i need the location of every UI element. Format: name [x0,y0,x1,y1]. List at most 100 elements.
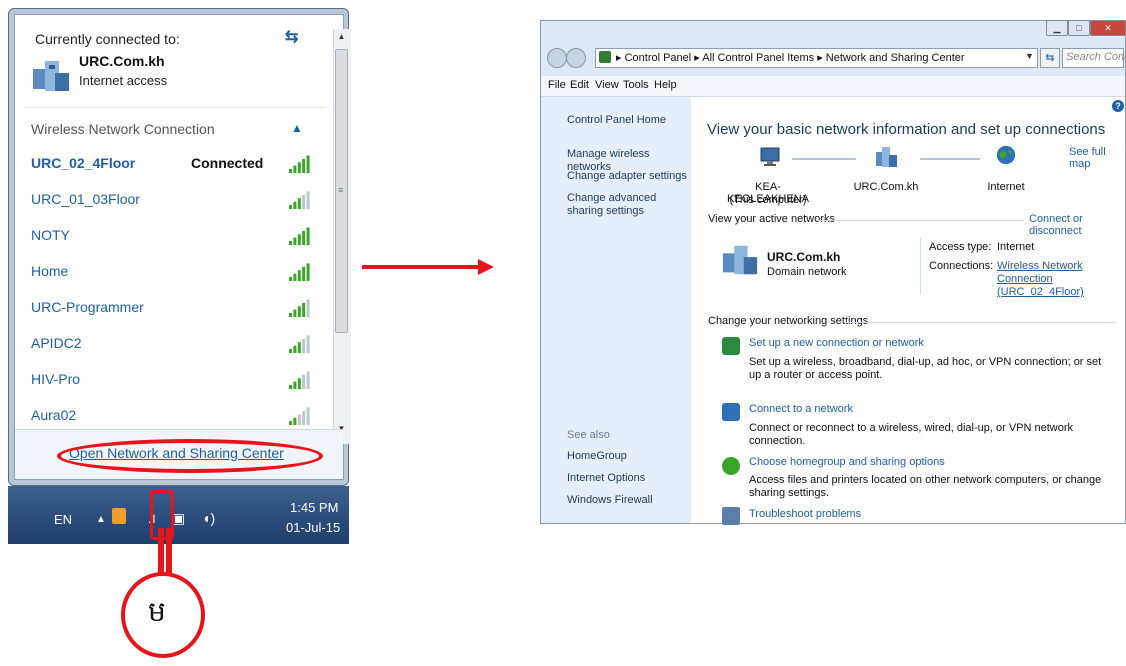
menu-tools[interactable]: Tools [623,79,649,91]
control-panel-icon [599,51,611,63]
troubleshoot-link[interactable]: Troubleshoot problems [749,508,861,520]
see-also-title: See also [567,429,610,441]
sidebar-item-adapter-settings[interactable]: Change adapter settings [567,170,687,183]
change-settings-title: Change your networking settings [708,315,869,327]
wifi-network-item[interactable]: Aura02 [31,405,321,427]
signal-strength-icon [289,263,310,281]
signal-bar [302,338,306,353]
map-internet-label: Internet [987,181,1025,193]
window-controls: ▁ □ ✕ [1046,20,1126,38]
help-icon[interactable]: ? [1112,100,1124,112]
signal-bar [293,273,297,281]
connect-network-icon [722,403,740,421]
signal-strength-icon [289,299,310,317]
signal-bar [293,201,297,209]
signal-bar [306,299,310,317]
clock-time[interactable]: 1:45 PM [290,500,338,515]
callout-label: ម [148,595,166,628]
wifi-network-item[interactable]: URC_01_03Floor [31,189,321,211]
signal-bar [306,335,310,353]
sidebar-item-control-panel-home[interactable]: Control Panel Home [567,114,687,127]
setup-connection-desc: Set up a wireless, broadband, dial-up, a… [749,356,1102,381]
clock-date[interactable]: 01-Jul-15 [286,520,340,535]
maximize-button[interactable]: □ [1068,20,1090,36]
action-center-icon[interactable] [112,508,126,524]
setup-connection-icon [722,337,740,355]
signal-bar [306,155,310,173]
signal-bar [289,205,292,209]
signal-bar [293,165,297,173]
menu-help[interactable]: Help [654,79,677,91]
wifi-network-item[interactable]: APIDC2 [31,333,321,355]
signal-bar [302,194,306,209]
sidebar-item-homegroup[interactable]: HomeGroup [567,450,687,463]
signal-bar [306,371,310,389]
signal-strength-icon [289,227,310,245]
wifi-network-name: Home [31,263,69,279]
connections-label: Connections: [929,260,994,272]
tray-expand-icon[interactable]: ▲ [96,514,106,525]
divider [846,322,1116,323]
arrow-shaft [362,265,480,269]
wifi-network-item[interactable]: URC_02_4Floor Connected [31,153,321,175]
currently-connected-label: Currently connected to: [35,31,180,47]
wifi-network-item[interactable]: NOTY [31,225,321,247]
wireless-connection-link[interactable]: Wireless Network Connection (URC_02_4Flo… [997,260,1117,299]
computer-sub: (This computer) [729,194,807,206]
see-full-map-link[interactable]: See full map [1069,146,1126,170]
refresh-icon[interactable]: ⇆ [285,27,298,47]
signal-bar [302,410,306,425]
signal-bar [289,169,292,173]
map-network-name: URC.Com.kh [853,181,919,193]
signal-bar [289,313,292,317]
close-button[interactable]: ✕ [1090,20,1126,36]
wifi-network-name: NOTY [31,227,70,243]
chevron-down-icon[interactable]: ▼ [1025,51,1034,61]
sidebar-item-internet-options[interactable]: Internet Options [567,472,687,485]
computer-icon[interactable] [758,146,782,168]
chevron-up-icon[interactable]: ▲ [291,121,303,135]
signal-bar [297,414,301,425]
language-indicator[interactable]: EN [54,512,72,527]
menu-edit[interactable]: Edit [570,79,589,91]
signal-bar [297,306,301,317]
refresh-button[interactable]: ⇆ [1040,48,1060,68]
connect-or-disconnect-link[interactable]: Connect or disconnect [1029,213,1126,237]
signal-bar [297,234,301,245]
page-title: View your basic network information and … [707,121,1106,138]
menu-view[interactable]: View [595,79,619,91]
active-network-type[interactable]: Domain network [767,266,846,278]
minimize-button[interactable]: ▁ [1046,20,1068,36]
wifi-network-item[interactable]: HIV-Pro [31,369,321,391]
wireless-section-title: Wireless Network Connection [31,121,215,137]
globe-icon[interactable] [994,144,1018,166]
menu-file[interactable]: File [548,79,566,91]
divider [25,107,325,108]
wifi-network-item[interactable]: URC-Programmer [31,297,321,319]
wifi-network-name: Aura02 [31,407,77,423]
forward-button[interactable] [566,48,586,68]
wifi-network-item[interactable]: Home [31,261,321,283]
signal-bar [297,378,301,389]
wifi-network-name: URC_01_03Floor [31,191,140,207]
connect-network-desc: Connect or reconnect to a wireless, wire… [749,422,1074,447]
domain-network-icon[interactable] [874,146,898,168]
access-type-label: Access type: [929,241,992,253]
sidebar-item-advanced-sharing[interactable]: Change advanced sharing settings [567,192,687,218]
connect-network-link[interactable]: Connect to a network [749,403,853,415]
volume-icon[interactable]: ◖) [202,510,215,526]
scroll-up-arrow-icon[interactable]: ▲ [333,29,350,45]
setup-connection-link[interactable]: Set up a new connection or network [749,337,924,349]
homegroup-sharing-link[interactable]: Choose homegroup and sharing options [749,456,945,468]
back-button[interactable] [547,48,567,68]
homegroup-icon [722,457,740,475]
signal-bar [306,407,310,425]
connected-network-status: Internet access [79,73,168,88]
active-network-name: URC.Com.kh [767,250,841,264]
signal-bar [289,241,292,245]
address-path[interactable]: ▸ Control Panel ▸ All Control Panel Item… [616,51,965,64]
signal-bar [297,162,301,173]
sidebar-item-windows-firewall[interactable]: Windows Firewall [567,494,687,507]
search-placeholder[interactable]: Search Cont... [1066,51,1126,63]
divider [920,238,921,294]
